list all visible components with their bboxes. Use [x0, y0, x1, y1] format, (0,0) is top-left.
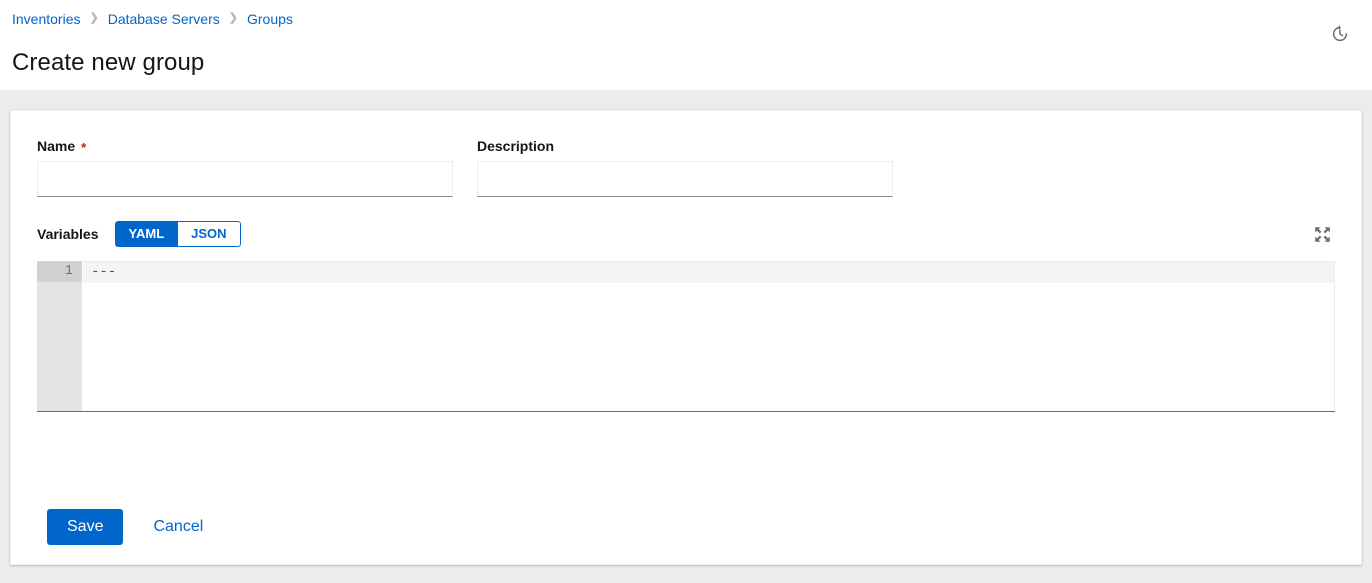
expand-icon — [1314, 226, 1331, 243]
breadcrumb-separator-icon: ❯ — [229, 9, 238, 27]
page-header: Inventories ❯ Database Servers ❯ Groups … — [0, 0, 1372, 90]
breadcrumb-item-groups[interactable]: Groups — [247, 10, 293, 28]
description-input[interactable] — [477, 161, 893, 197]
variables-header: Variables YAML JSON — [37, 221, 1335, 247]
breadcrumb-item-inventories[interactable]: Inventories — [12, 10, 80, 28]
editor-gutter: 1 — [37, 261, 82, 411]
history-icon-button[interactable] — [1326, 20, 1354, 48]
editor-code-line[interactable]: --- — [83, 262, 1334, 283]
breadcrumb-item-database-servers[interactable]: Database Servers — [108, 10, 220, 28]
description-label: Description — [477, 137, 893, 155]
breadcrumb: Inventories ❯ Database Servers ❯ Groups — [12, 10, 293, 28]
save-button[interactable]: Save — [47, 509, 123, 545]
form-area: Name * Description Variables YAML JSON — [11, 111, 1361, 412]
history-icon — [1330, 24, 1350, 44]
description-form-group: Description — [477, 137, 893, 197]
name-label: Name * — [37, 137, 453, 155]
editor-code-area[interactable]: --- — [82, 261, 1335, 411]
variables-label: Variables — [37, 226, 99, 242]
expand-editor-button[interactable] — [1309, 221, 1335, 247]
form-actions: Save Cancel — [47, 509, 219, 545]
field-row: Name * Description — [37, 137, 1335, 197]
name-form-group: Name * — [37, 137, 453, 197]
variables-mode-json-button[interactable]: JSON — [177, 221, 240, 247]
name-input[interactable] — [37, 161, 453, 197]
cancel-button[interactable]: Cancel — [137, 509, 219, 545]
description-label-text: Description — [477, 137, 554, 155]
form-card: Name * Description Variables YAML JSON — [10, 110, 1362, 565]
variables-mode-toggle-group: YAML JSON — [115, 221, 241, 247]
editor-line-number: 1 — [37, 261, 82, 282]
breadcrumb-separator-icon: ❯ — [89, 9, 98, 27]
variables-mode-yaml-button[interactable]: YAML — [115, 221, 178, 247]
variables-code-editor[interactable]: 1 --- — [37, 261, 1335, 412]
page-title: Create new group — [12, 48, 204, 78]
required-asterisk: * — [81, 141, 86, 154]
name-label-text: Name — [37, 137, 75, 155]
